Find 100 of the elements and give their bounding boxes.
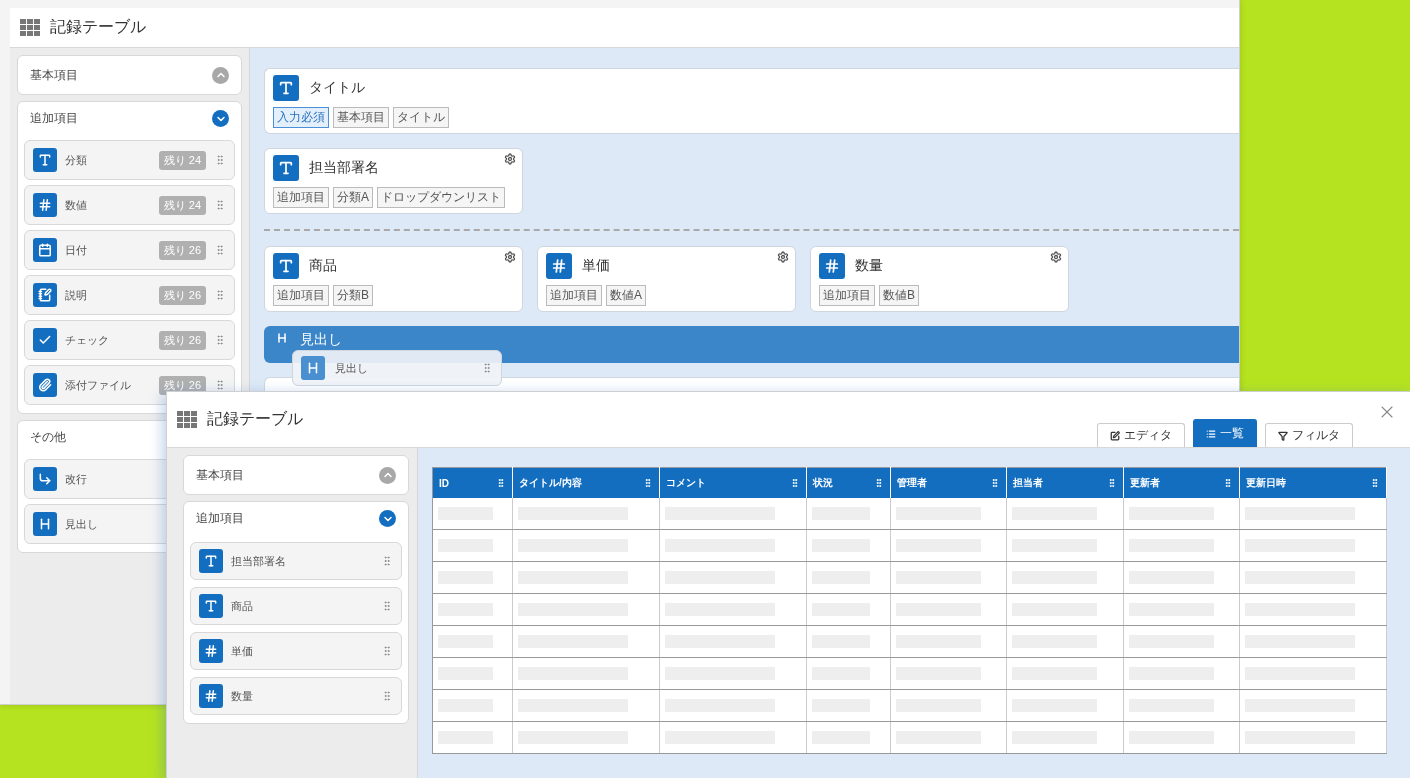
field-label: 添付ファイル xyxy=(65,377,131,393)
chevron-up-icon[interactable] xyxy=(212,66,229,84)
field-tag: タイトル xyxy=(393,107,449,128)
card-title: 数量 xyxy=(855,257,883,275)
section-title: 基本項目 xyxy=(30,66,78,84)
field-tag: 追加項目 xyxy=(273,285,329,306)
column-header[interactable]: ID xyxy=(432,467,513,498)
field-item[interactable]: 数量 xyxy=(190,677,402,715)
column-header[interactable]: 状況 xyxy=(806,467,891,498)
type-icon xyxy=(199,549,223,573)
field-label: 改行 xyxy=(65,471,87,487)
card-title: タイトル xyxy=(309,79,365,97)
type-icon xyxy=(33,148,57,172)
check-icon xyxy=(33,328,57,352)
card-title: 商品 xyxy=(309,257,337,275)
column-header[interactable]: 更新日時 xyxy=(1239,467,1387,498)
type-icon xyxy=(273,75,299,101)
grip-icon[interactable] xyxy=(214,244,226,256)
view-tab[interactable]: エディタ xyxy=(1097,423,1185,447)
grip-icon[interactable] xyxy=(381,555,393,567)
grip-icon[interactable] xyxy=(214,334,226,346)
type-icon xyxy=(273,253,299,279)
table-icon xyxy=(20,18,40,37)
chevron-down-icon[interactable] xyxy=(212,110,229,127)
field-item[interactable]: 数値 残り 24 xyxy=(24,185,235,225)
field-tag: 入力必須 xyxy=(273,107,329,128)
paperclip-icon xyxy=(33,373,57,397)
field-label: 説明 xyxy=(65,287,87,303)
field-tag: 追加項目 xyxy=(273,187,329,208)
list-icon xyxy=(1206,428,1216,439)
grip-icon[interactable] xyxy=(214,154,226,166)
table-icon xyxy=(177,410,197,429)
hash-icon xyxy=(819,253,845,279)
grip-icon[interactable] xyxy=(381,690,393,702)
section-title: その他 xyxy=(30,429,66,446)
field-label: 日付 xyxy=(65,242,87,258)
heading-icon xyxy=(33,512,57,536)
grip-icon[interactable] xyxy=(381,645,393,657)
field-item[interactable]: チェック 残り 26 xyxy=(24,320,235,360)
notebook-pen-icon xyxy=(33,283,57,307)
field-label: 見出し xyxy=(335,360,368,376)
chevron-up-icon[interactable] xyxy=(379,466,396,484)
settings-icon[interactable] xyxy=(504,153,516,165)
type-icon xyxy=(199,594,223,618)
field-tag: ドロップダウンリスト xyxy=(377,187,505,208)
grip-icon[interactable] xyxy=(214,379,226,391)
field-card[interactable]: 担当部署名 追加項目 分類A ドロップダウンリスト xyxy=(264,148,523,214)
column-header[interactable]: コメント xyxy=(659,467,807,498)
hash-icon xyxy=(199,684,223,708)
column-header[interactable]: 担当者 xyxy=(1006,467,1124,498)
drag-preview[interactable]: 見出し xyxy=(292,350,502,386)
field-label: 数値 xyxy=(65,197,87,213)
field-item[interactable]: 商品 xyxy=(190,587,402,625)
section-title: 追加項目 xyxy=(30,110,78,127)
field-label: 担当部署名 xyxy=(231,553,286,569)
field-label: 商品 xyxy=(231,598,253,614)
field-card[interactable]: タイトル 入力必須 基本項目 タイトル xyxy=(264,68,1239,134)
field-label: 単価 xyxy=(231,643,253,659)
grip-icon[interactable] xyxy=(1370,478,1380,488)
chevron-down-icon[interactable] xyxy=(379,510,396,527)
grip-icon[interactable] xyxy=(381,600,393,612)
field-item[interactable]: 分類 残り 24 xyxy=(24,140,235,180)
view-tab[interactable]: 一覧 xyxy=(1193,419,1257,447)
column-header[interactable]: 管理者 xyxy=(890,467,1007,498)
window-title: 記録テーブル xyxy=(207,409,303,429)
settings-icon[interactable] xyxy=(504,251,516,263)
remaining-badge: 残り 26 xyxy=(158,330,206,350)
field-card[interactable]: 数量 追加項目 数値B xyxy=(810,246,1069,312)
field-tag: 分類B xyxy=(333,285,373,306)
heading-bar[interactable]: 見出し xyxy=(264,326,1239,363)
settings-icon[interactable] xyxy=(1050,251,1062,263)
window-title: 記録テーブル xyxy=(50,17,146,37)
view-tab[interactable]: フィルタ xyxy=(1265,423,1353,447)
heading-title: 見出し xyxy=(300,332,342,347)
grip-icon[interactable] xyxy=(214,289,226,301)
field-item[interactable]: 担当部署名 xyxy=(190,542,402,580)
remaining-badge: 残り 24 xyxy=(158,195,206,215)
field-tag: 数値B xyxy=(879,285,919,306)
field-label: 数量 xyxy=(231,688,253,704)
field-item[interactable]: 単価 xyxy=(190,632,402,670)
field-card[interactable]: 商品 追加項目 分類B xyxy=(264,246,523,312)
field-tag: 追加項目 xyxy=(819,285,875,306)
field-item[interactable]: 日付 残り 26 xyxy=(24,230,235,270)
arrow-down-right-icon xyxy=(33,467,57,491)
settings-icon[interactable] xyxy=(777,251,789,263)
hash-icon xyxy=(546,253,572,279)
column-header[interactable]: 更新者 xyxy=(1123,467,1240,498)
hash-icon xyxy=(33,193,57,217)
field-item[interactable]: 説明 残り 26 xyxy=(24,275,235,315)
grip-icon[interactable] xyxy=(481,362,493,374)
field-tag: 数値A xyxy=(606,285,646,306)
calendar-icon xyxy=(33,238,57,262)
hash-icon xyxy=(199,639,223,663)
field-tag: 分類A xyxy=(333,187,373,208)
field-tag: 基本項目 xyxy=(333,107,389,128)
grip-icon[interactable] xyxy=(214,199,226,211)
field-card[interactable]: 単価 追加項目 数値A xyxy=(537,246,796,312)
field-tag: 追加項目 xyxy=(546,285,602,306)
column-header[interactable]: タイトル/内容 xyxy=(512,467,660,498)
remaining-badge: 残り 26 xyxy=(158,285,206,305)
